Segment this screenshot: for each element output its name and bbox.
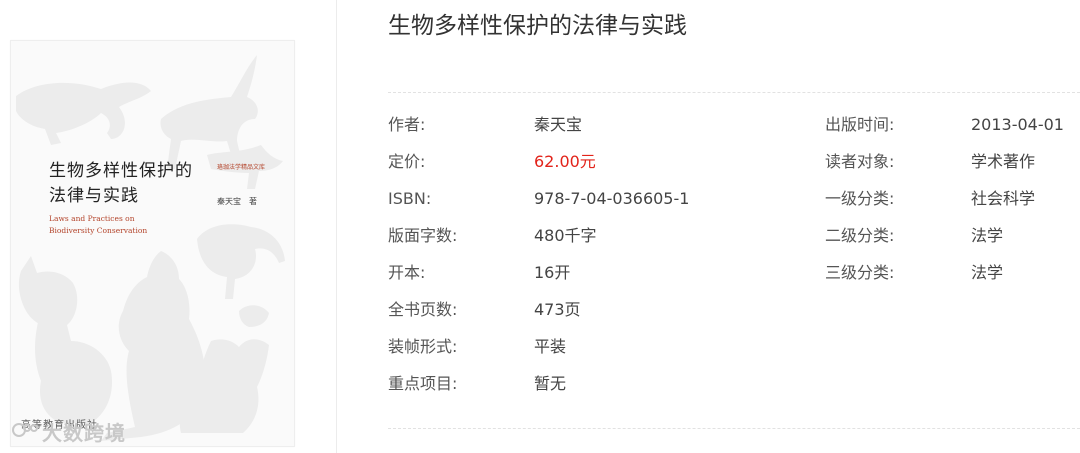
- detail-row: 三级分类: 法学: [825, 258, 1064, 295]
- watermark-text: 大数跨境: [42, 421, 126, 445]
- detail-label: 二级分类:: [825, 226, 895, 245]
- detail-row: 全书页数: 473页: [388, 295, 689, 332]
- detail-value: 平装: [534, 337, 567, 356]
- detail-label: 出版时间:: [825, 115, 895, 134]
- detail-value: 社会科学: [971, 189, 1036, 208]
- detail-label: 开本:: [388, 263, 426, 282]
- detail-label: 版面字数:: [388, 226, 458, 245]
- detail-value: 法学: [971, 263, 1004, 282]
- detail-value: 暂无: [534, 374, 567, 393]
- detail-row: 装帧形式: 平装: [388, 332, 689, 369]
- detail-row: 开本: 16开: [388, 258, 689, 295]
- detail-value: 978-7-04-036605-1: [534, 189, 690, 208]
- detail-value: 秦天宝: [534, 115, 583, 134]
- detail-row: 重点项目: 暂无: [388, 369, 689, 406]
- chat-bubble-icon: [12, 420, 38, 444]
- cover-english-line1: Laws and Practices on: [49, 214, 135, 223]
- detail-row: 定价: 62.00元: [388, 147, 689, 184]
- book-cover-image[interactable]: 生物多样性保护的 法律与实践 珞珈法学精品文库 秦天宝 著 Laws and P…: [10, 40, 295, 447]
- detail-row: 版面字数: 480千字: [388, 221, 689, 258]
- cover-title-line1: 生物多样性保护的: [49, 161, 193, 181]
- divider: [388, 428, 1080, 429]
- detail-label: 读者对象:: [825, 152, 895, 171]
- detail-label: 三级分类:: [825, 263, 895, 282]
- detail-row: 出版时间: 2013-04-01: [825, 110, 1064, 147]
- cover-panel: 生物多样性保护的 法律与实践 珞珈法学精品文库 秦天宝 著 Laws and P…: [0, 0, 337, 453]
- detail-value: 473页: [534, 300, 581, 319]
- cover-title-line2: 法律与实践: [49, 186, 139, 206]
- detail-label: 全书页数:: [388, 300, 458, 319]
- cover-english-title: Laws and Practices on Biodiversity Conse…: [49, 213, 147, 237]
- detail-value: 法学: [971, 226, 1004, 245]
- cover-author: 秦天宝 著: [217, 197, 257, 206]
- detail-row: 读者对象: 学术著作: [825, 147, 1064, 184]
- detail-value: 2013-04-01: [971, 115, 1064, 134]
- detail-row: ISBN: 978-7-04-036605-1: [388, 184, 689, 221]
- detail-value: 16开: [534, 263, 571, 282]
- cover-series: 珞珈法学精品文库: [217, 164, 266, 171]
- detail-label: 定价:: [388, 152, 426, 171]
- detail-label: 作者:: [388, 115, 426, 134]
- detail-value: 学术著作: [971, 152, 1036, 171]
- cover-title: 生物多样性保护的 法律与实践: [49, 159, 193, 209]
- detail-value: 480千字: [534, 226, 597, 245]
- cover-english-line2: Biodiversity Conservation: [49, 226, 148, 235]
- watermark: 大数跨境: [12, 417, 126, 446]
- detail-label: 装帧形式:: [388, 337, 458, 356]
- details-left: 作者: 秦天宝定价: 62.00元 ISBN: 978-7-04-036605-1 版面字…: [388, 110, 689, 406]
- detail-label: 一级分类:: [825, 189, 895, 208]
- divider: [388, 92, 1080, 93]
- detail-row: 作者: 秦天宝: [388, 110, 689, 147]
- book-title: 生物多样性保护的法律与实践: [388, 13, 687, 39]
- detail-label: 重点项目:: [388, 374, 458, 393]
- animal-silhouettes: [16, 55, 285, 441]
- details-right: 出版时间: 2013-04-01 读者对象: 学术著作一级分类: 社会科学二级分类: 法学…: [825, 110, 1064, 295]
- price-value: 62.00元: [534, 152, 596, 171]
- detail-row: 一级分类: 社会科学: [825, 184, 1064, 221]
- detail-label: ISBN:: [388, 189, 432, 208]
- detail-row: 二级分类: 法学: [825, 221, 1064, 258]
